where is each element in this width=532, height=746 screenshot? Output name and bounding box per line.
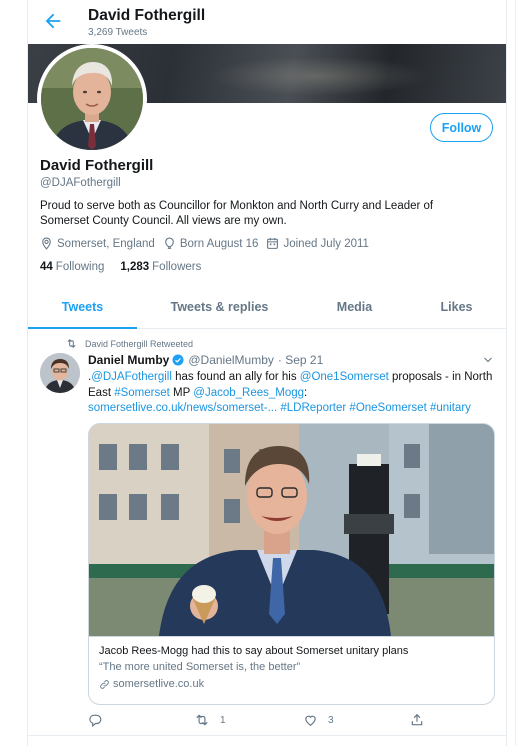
page-divider <box>515 0 516 746</box>
profile-column: David Fothergill 3,269 Tweets Follow Dav… <box>27 0 507 746</box>
mention-link[interactable]: @Jacob_Rees_Mogg <box>193 387 304 399</box>
following-link[interactable]: 44 Following <box>40 261 104 273</box>
retweet-count: 1 <box>220 714 226 726</box>
tweet-text-part: has found an ally for his <box>171 371 300 383</box>
location-icon <box>42 237 51 250</box>
url-link[interactable]: somersetlive.co.uk/news/somerset-... <box>88 402 277 414</box>
retweet-icon <box>196 714 208 726</box>
retweet-icon <box>67 339 76 348</box>
tweet-header: Daniel Mumby @DanielMumby · Sep 21 <box>88 353 323 367</box>
hashtag-link[interactable]: #unitary <box>430 402 471 414</box>
profile-bio: Proud to serve both as Councillor for Mo… <box>40 200 434 227</box>
reply-button[interactable] <box>88 713 112 727</box>
share-button[interactable] <box>410 713 434 727</box>
profile-handle: @DJAFothergill <box>40 177 121 189</box>
calendar-icon <box>267 238 279 249</box>
profile-meta: Somerset, England Born August 16 Joined … <box>40 235 377 252</box>
link-card-domain: somersetlive.co.uk <box>113 678 205 690</box>
card-photo <box>89 424 494 636</box>
link-card-title: Jacob Rees-Mogg had this to say about So… <box>99 645 409 657</box>
meta-joined: Joined July 2011 <box>266 237 369 250</box>
balloon-icon <box>164 237 174 249</box>
retweet-context: David Fothergill Retweeted <box>66 338 193 349</box>
tab-likes[interactable]: Likes <box>407 287 506 327</box>
retweet-note: David Fothergill Retweeted <box>85 338 194 349</box>
profile-name: David Fothergill <box>40 157 154 174</box>
tweet[interactable]: David Fothergill Retweeted Daniel Mumby … <box>28 329 506 736</box>
retweet-button[interactable]: 1 <box>194 713 226 727</box>
followers-label: Followers <box>152 261 202 273</box>
header-tweet-count: 3,269 Tweets <box>88 27 148 38</box>
mention-link[interactable]: @One1Somerset <box>300 371 389 383</box>
chevron-down-icon[interactable] <box>482 354 494 366</box>
tweet-text-part: : <box>304 386 308 399</box>
tab-tweets[interactable]: Tweets <box>28 287 137 327</box>
tweet-author-name[interactable]: Daniel Mumby <box>88 353 169 367</box>
hashtag-link[interactable]: #Somerset <box>114 387 170 399</box>
link-card-domain-row: somersetlive.co.uk <box>99 678 204 690</box>
tweet-date[interactable]: · Sep 21 <box>278 353 323 367</box>
joined-text: Joined July 2011 <box>283 237 369 250</box>
tab-media[interactable]: Media <box>302 287 407 327</box>
profile-tabs: Tweets Tweets & replies Media Likes <box>28 287 506 329</box>
meta-location: Somerset, England <box>40 237 155 250</box>
meta-birthday: Born August 16 <box>163 237 259 250</box>
hashtag-link[interactable]: #OneSomerset <box>349 402 426 414</box>
author-photo <box>40 353 80 393</box>
followers-count: 1,283 <box>120 261 150 273</box>
profile-photo <box>41 48 143 150</box>
like-button[interactable]: 3 <box>303 713 334 727</box>
share-icon <box>411 713 423 726</box>
profile-avatar[interactable] <box>37 44 147 154</box>
following-count: 44 <box>40 261 53 273</box>
like-icon <box>305 715 316 726</box>
tweet-text: .@DJAFothergill has found an ally for hi… <box>88 370 498 417</box>
location-text: Somerset, England <box>57 237 155 250</box>
tweet-author-avatar[interactable] <box>40 353 80 393</box>
like-count: 3 <box>328 714 334 726</box>
hashtag-link[interactable]: #LDReporter <box>280 402 346 414</box>
tweet-text-part: MP <box>169 386 194 399</box>
mention-link[interactable]: @DJAFothergill <box>91 371 172 383</box>
followers-link[interactable]: 1,283 Followers <box>120 261 201 273</box>
header-profile-name: David Fothergill <box>88 7 206 24</box>
link-card[interactable]: Jacob Rees-Mogg had this to say about So… <box>88 423 495 705</box>
birthday-text: Born August 16 <box>179 237 259 250</box>
verified-icon <box>172 354 184 366</box>
link-icon <box>100 679 109 689</box>
top-header: David Fothergill 3,269 Tweets <box>28 0 506 44</box>
follow-button[interactable]: Follow <box>430 113 493 142</box>
tab-tweets-replies[interactable]: Tweets & replies <box>137 287 302 327</box>
following-label: Following <box>55 261 105 273</box>
tweet-actions: 1 3 <box>88 713 478 729</box>
reply-icon <box>89 714 102 727</box>
back-arrow-icon[interactable] <box>42 10 64 32</box>
link-card-image <box>89 424 494 637</box>
follow-stats: 44 Following 1,283 Followers <box>40 261 217 273</box>
tweet-author-handle[interactable]: @DanielMumby <box>188 353 274 367</box>
link-card-description: “The more united Somerset is, the better… <box>99 661 301 673</box>
